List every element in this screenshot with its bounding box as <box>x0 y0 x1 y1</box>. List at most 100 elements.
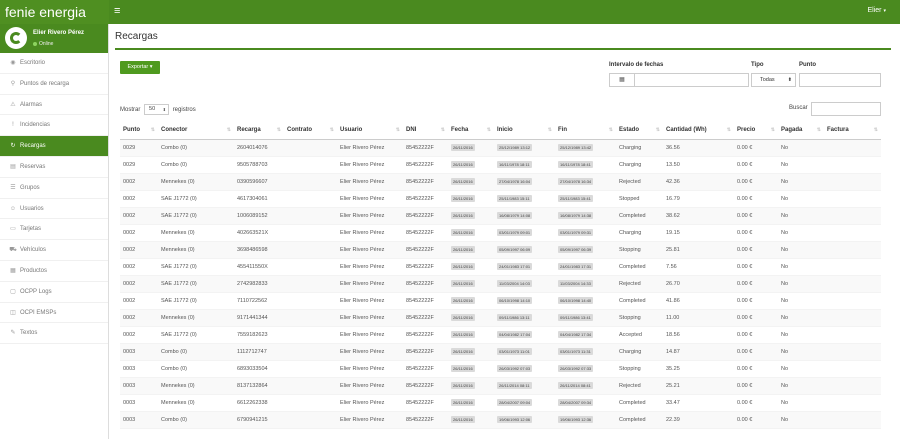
table-row[interactable]: 0003 Mennekes (0) 6612262338 Elier Rivero P… <box>120 394 881 412</box>
date-tag: 03/01/1973 11:01 <box>497 348 532 355</box>
sort-icon[interactable]: ⇅ <box>874 127 878 133</box>
sort-icon[interactable]: ⇅ <box>330 127 334 133</box>
column-header[interactable]: Fecha ⇅ <box>448 122 494 140</box>
table-row[interactable]: 0002 Mennekes (0) 9171441344 Elier Rivero P… <box>120 309 881 327</box>
table-cell: 06/10/1998 14:40 <box>555 292 616 310</box>
sidebar-icon: ↻ <box>10 143 16 150</box>
column-header[interactable]: Contrato ⇅ <box>284 122 337 140</box>
table-row[interactable]: 0002 SAE J1772 (0) 4617304061 Elier Rivero … <box>120 190 881 208</box>
table-cell: 03/01/1979 09:31 <box>555 224 616 242</box>
table-cell: 03/01/1973 11:01 <box>494 343 555 361</box>
table-row[interactable]: 0002 Mennekes (0) 3698486598 Elier Rivero P… <box>120 241 881 259</box>
table-row[interactable]: 0002 SAE J1772 (0) 455411550X Elier Rivero … <box>120 258 881 276</box>
table-cell: 04/04/1982 17:34 <box>555 326 616 344</box>
date-tag: 03/01/1979 09:31 <box>558 229 594 236</box>
sidebar-item-veh-culos[interactable]: ⛟ Vehículos <box>0 240 108 261</box>
table-cell <box>824 343 881 361</box>
sort-icon[interactable]: ⇅ <box>609 127 613 133</box>
column-header[interactable]: Inicio ⇅ <box>494 122 555 140</box>
table-cell: Stopping <box>616 360 663 378</box>
date-tag: 26/11/2016 <box>451 144 475 151</box>
table-cell: 0.00 € <box>734 309 778 327</box>
table-cell: 8137132864 <box>234 377 284 395</box>
table-cell: Rejected <box>616 275 663 293</box>
user-menu[interactable]: Elier ▾ <box>867 7 886 14</box>
sidebar-item-ocpp-logs[interactable]: ▢ OCPP Logs <box>0 282 108 303</box>
column-header[interactable]: Pagada ⇅ <box>778 122 824 140</box>
table-cell: 402663521X <box>234 224 284 242</box>
table-row[interactable]: 0002 SAE J1772 (0) 2742982833 Elier Rivero … <box>120 275 881 293</box>
table-cell: 25.81 <box>663 241 734 259</box>
menu-toggle-icon[interactable]: ≡ <box>114 5 120 17</box>
sort-icon[interactable]: ⇅ <box>817 127 821 133</box>
table-row[interactable]: 0002 SAE J1772 (0) 7110722562 Elier Rivero … <box>120 292 881 310</box>
sort-icon[interactable]: ⇅ <box>396 127 400 133</box>
table-cell: No <box>778 190 824 208</box>
column-header[interactable]: Recarga ⇅ <box>234 122 284 140</box>
table-row[interactable]: 0003 Combo (0) 1112712747 Elier Rivero Pére… <box>120 343 881 361</box>
column-header[interactable]: DNI ⇅ <box>403 122 448 140</box>
sidebar-item-usuarios[interactable]: ☺ Usuarios <box>0 199 108 220</box>
table-cell: 26/11/2016 <box>448 224 494 242</box>
column-header[interactable]: Cantidad (Wh) ⇅ <box>663 122 734 140</box>
table-row[interactable]: 0029 Combo (0) 9505788703 Elier Rivero Pére… <box>120 156 881 174</box>
sidebar-item-escritorio[interactable]: ◉ Escritorio <box>0 53 108 74</box>
table-cell: 85452222F <box>403 258 448 276</box>
brand-logo[interactable]: fenie energia <box>0 0 109 24</box>
sort-icon[interactable]: ⇅ <box>727 127 731 133</box>
sort-icon[interactable]: ⇅ <box>277 127 281 133</box>
table-row[interactable]: 0029 Combo (0) 2604014076 Elier Rivero Pére… <box>120 139 881 157</box>
sort-icon[interactable]: ⇅ <box>656 127 660 133</box>
table-cell: 26/11/2016 <box>448 411 494 429</box>
table-cell: 9505788703 <box>234 156 284 174</box>
table-row[interactable]: 0002 SAE J1772 (0) 7559182623 Elier Rivero … <box>120 326 881 344</box>
tipo-select[interactable]: Todas ⬍ <box>751 73 796 87</box>
export-button[interactable]: Exportar ▾ <box>120 61 160 74</box>
table-cell: Mennekes (0) <box>158 224 234 242</box>
table-cell: 0.00 € <box>734 360 778 378</box>
sidebar-item-ocpi-emsps[interactable]: ◫ OCPI EMSPs <box>0 303 108 324</box>
date-range-input[interactable]: ▦ <box>609 73 749 87</box>
calendar-icon[interactable]: ▦ <box>610 74 635 86</box>
column-header[interactable]: Estado ⇅ <box>616 122 663 140</box>
page-length-select[interactable]: 50 ⬍ <box>144 104 170 115</box>
search-input[interactable] <box>811 102 881 116</box>
table-row[interactable]: 0002 SAE J1772 (0) 1006089152 Elier Rivero … <box>120 207 881 225</box>
table-row[interactable]: 0003 Combo (0) 6893033504 Elier Rivero Pére… <box>120 360 881 378</box>
column-header[interactable]: Punto ⇅ <box>120 122 158 140</box>
sidebar-item-incidencias[interactable]: ! Incidencias <box>0 115 108 137</box>
column-header[interactable]: Fin ⇅ <box>555 122 616 140</box>
sort-icon[interactable]: ⇅ <box>151 127 155 133</box>
sidebar-item-puntos-de-recarga[interactable]: ⚲ Puntos de recarga <box>0 74 108 95</box>
punto-input[interactable] <box>799 73 881 87</box>
table-row[interactable]: 0003 Mennekes (0) 8137132864 Elier Rivero P… <box>120 377 881 395</box>
user-name: Elier <box>867 7 882 14</box>
table-cell: Combo (0) <box>158 139 234 157</box>
sidebar-item-productos[interactable]: ▦ Productos <box>0 261 108 282</box>
sidebar-item-recargas[interactable]: ↻ Recargas <box>0 136 108 157</box>
sort-icon[interactable]: ⇅ <box>548 127 552 133</box>
sort-icon[interactable]: ⇅ <box>771 127 775 133</box>
table-cell: 11.00 <box>663 309 734 327</box>
sort-icon[interactable]: ⇅ <box>487 127 491 133</box>
sidebar-item-alarmas[interactable]: ⚠ Alarmas <box>0 95 108 116</box>
table-cell: 26/11/2014 08:41 <box>555 377 616 395</box>
sidebar-item-tarjetas[interactable]: ▭ Tarjetas <box>0 219 108 241</box>
column-header[interactable]: Usuario ⇅ <box>337 122 403 140</box>
table-cell: 85452222F <box>403 207 448 225</box>
sort-icon[interactable]: ⇅ <box>227 127 231 133</box>
table-row[interactable]: 0002 Mennekes (0) 0390596607 Elier Rivero P… <box>120 173 881 191</box>
table-cell: 85452222F <box>403 343 448 361</box>
sidebar-item-textos[interactable]: ✎ Textos <box>0 323 108 345</box>
sort-icon[interactable]: ⇅ <box>441 127 445 133</box>
sidebar-item-grupos[interactable]: ☰ Grupos <box>0 178 108 199</box>
table-row[interactable]: 0003 Combo (0) 6790941215 Elier Rivero Pére… <box>120 411 881 429</box>
column-header[interactable]: Conector ⇅ <box>158 122 234 140</box>
table-row[interactable]: 0002 Mennekes (0) 402663521X Elier Rivero P… <box>120 224 881 242</box>
column-header[interactable]: Precio ⇅ <box>734 122 778 140</box>
date-tag: 26/11/2016 <box>451 399 475 406</box>
column-header[interactable]: Factura ⇅ <box>824 122 881 140</box>
table-cell: 38.62 <box>663 207 734 225</box>
sidebar-item-reservas[interactable]: ▤ Reservas <box>0 157 108 178</box>
table-cell: Combo (0) <box>158 156 234 174</box>
